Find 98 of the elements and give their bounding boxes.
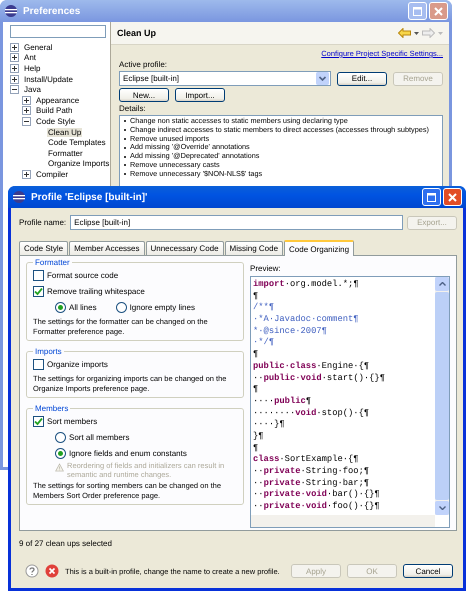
tab[interactable]: Unnecessary Code: [146, 241, 224, 255]
tree-item[interactable]: General: [23, 42, 54, 52]
profile-name-field[interactable]: Eclipse [built-in]: [70, 215, 403, 230]
help-icon[interactable]: [25, 564, 39, 578]
group-title: Imports: [34, 347, 63, 356]
status-text: 9 of 27 clean ups selected: [19, 539, 113, 548]
code-line: ¶: [253, 384, 260, 396]
tree-item[interactable]: Formatter: [47, 148, 84, 158]
caret-icon[interactable]: [414, 32, 419, 34]
code-line: ¶: [253, 442, 260, 454]
code-line: *·@since·2007¶: [253, 326, 328, 338]
code-line: ····public¶: [253, 396, 312, 408]
tree-item[interactable]: Help: [23, 64, 42, 73]
tab[interactable]: Missing Code: [224, 241, 284, 255]
push-button[interactable]: New...: [119, 88, 169, 102]
back-arrow-icon[interactable]: [398, 28, 411, 38]
radio-button[interactable]: [116, 302, 127, 312]
error-icon: [45, 564, 59, 578]
code-line: ·*A·Javadoc·comment¶: [253, 314, 360, 326]
radio-button[interactable]: [55, 448, 66, 458]
radio-button[interactable]: [55, 432, 66, 442]
maximize-icon: [413, 6, 422, 16]
checkbox-label[interactable]: Sort members: [47, 416, 98, 426]
field-label: Preview:: [250, 264, 282, 273]
profile-dropdown[interactable]: Eclipse [built-in]: [119, 71, 331, 86]
field-label: Active profile:: [119, 60, 168, 69]
maximize-button[interactable]: [422, 188, 441, 206]
filter-field[interactable]: [10, 25, 106, 38]
tab[interactable]: Code Organizing: [284, 240, 354, 256]
scroll-down-icon[interactable]: [438, 506, 446, 510]
tree-item[interactable]: Install/Update: [23, 74, 74, 84]
app-icon: [12, 190, 26, 204]
code-line: ··private·String·bar;¶: [253, 478, 370, 490]
code-line: ··private·void·bar()·{}¶: [253, 489, 381, 502]
window-title: Profile 'Eclipse [built-in]': [31, 192, 148, 202]
expand-icon[interactable]: [22, 106, 31, 116]
collapse-icon[interactable]: [10, 85, 19, 94]
code-line: ····}¶: [253, 419, 286, 431]
expand-icon[interactable]: [10, 64, 19, 73]
maximize-icon: [427, 192, 436, 202]
push-button[interactable]: Cancel: [403, 564, 453, 578]
group-title: Members: [34, 404, 70, 413]
code-line: ··public·void·start()·{}¶: [253, 372, 386, 384]
checkbox[interactable]: [33, 416, 44, 426]
radio-button[interactable]: [55, 302, 66, 312]
tab[interactable]: Member Accesses: [69, 241, 144, 255]
code-line: class·SortExample·{¶: [253, 454, 360, 466]
push-button[interactable]: Import...: [175, 88, 225, 102]
push-button[interactable]: Edit...: [337, 72, 387, 86]
code-line: ··private·void·foo()·{}¶: [253, 501, 381, 513]
expand-icon[interactable]: [22, 96, 31, 105]
close-icon: [448, 192, 457, 202]
code-line: ·*/¶: [253, 337, 276, 350]
radio-label[interactable]: Ignore fields and enum constants: [69, 448, 187, 458]
checkbox-label[interactable]: Remove trailing whitespace: [47, 286, 145, 296]
code-line: ¶: [253, 290, 260, 302]
radio-label[interactable]: Sort all members: [69, 432, 130, 442]
page-title: Clean Up: [117, 28, 158, 38]
field-label: Profile name:: [19, 218, 66, 227]
close-button[interactable]: [443, 188, 462, 206]
tree-item[interactable]: Code Style: [35, 116, 76, 126]
radio-label[interactable]: Ignore empty lines: [130, 302, 195, 312]
code-line: ········void·stop()·{¶: [253, 408, 370, 420]
tree-item[interactable]: Organize Imports: [47, 159, 110, 168]
code-line: public·class·Engine·{¶: [253, 360, 370, 372]
expand-icon[interactable]: [10, 53, 19, 62]
code-line: /**¶: [253, 302, 276, 314]
expand-icon[interactable]: [22, 170, 31, 179]
code-line: }¶: [253, 430, 265, 443]
tree-item[interactable]: Compiler: [35, 170, 70, 179]
tree-item[interactable]: Java: [23, 85, 42, 94]
scroll-up-icon[interactable]: [438, 282, 446, 286]
checkbox-label[interactable]: Organize imports: [47, 360, 108, 368]
horizontal-scrollbar[interactable]: [251, 514, 435, 527]
code-line: ··private·String·foo;¶: [253, 466, 370, 478]
checkbox[interactable]: [33, 286, 44, 296]
code-line: import·org.model.*;¶: [253, 279, 360, 291]
warning-icon: [55, 461, 64, 474]
window-title: Preferences: [23, 6, 82, 16]
tree-item[interactable]: Code Templates: [47, 138, 107, 148]
close-icon: [434, 6, 443, 16]
tree-item[interactable]: Build Path: [35, 106, 74, 116]
radio-label[interactable]: All lines: [69, 302, 97, 312]
tree-item[interactable]: Ant: [23, 53, 38, 62]
tree-item[interactable]: Clean Up: [47, 128, 82, 137]
expand-icon[interactable]: [10, 42, 19, 52]
collapse-icon[interactable]: [22, 116, 31, 126]
vertical-scrollbar[interactable]: [435, 277, 449, 515]
app-icon: [4, 4, 18, 18]
code-line: ¶: [253, 349, 260, 361]
tree-item[interactable]: Appearance: [35, 96, 80, 105]
checkbox[interactable]: [33, 270, 44, 280]
group-title: Formatter: [34, 258, 71, 267]
tab[interactable]: Code Style: [19, 241, 68, 255]
checkbox[interactable]: [33, 358, 44, 370]
checkbox-label[interactable]: Format source code: [47, 270, 118, 280]
expand-icon[interactable]: [10, 74, 19, 84]
field-label: Details:: [119, 104, 147, 113]
